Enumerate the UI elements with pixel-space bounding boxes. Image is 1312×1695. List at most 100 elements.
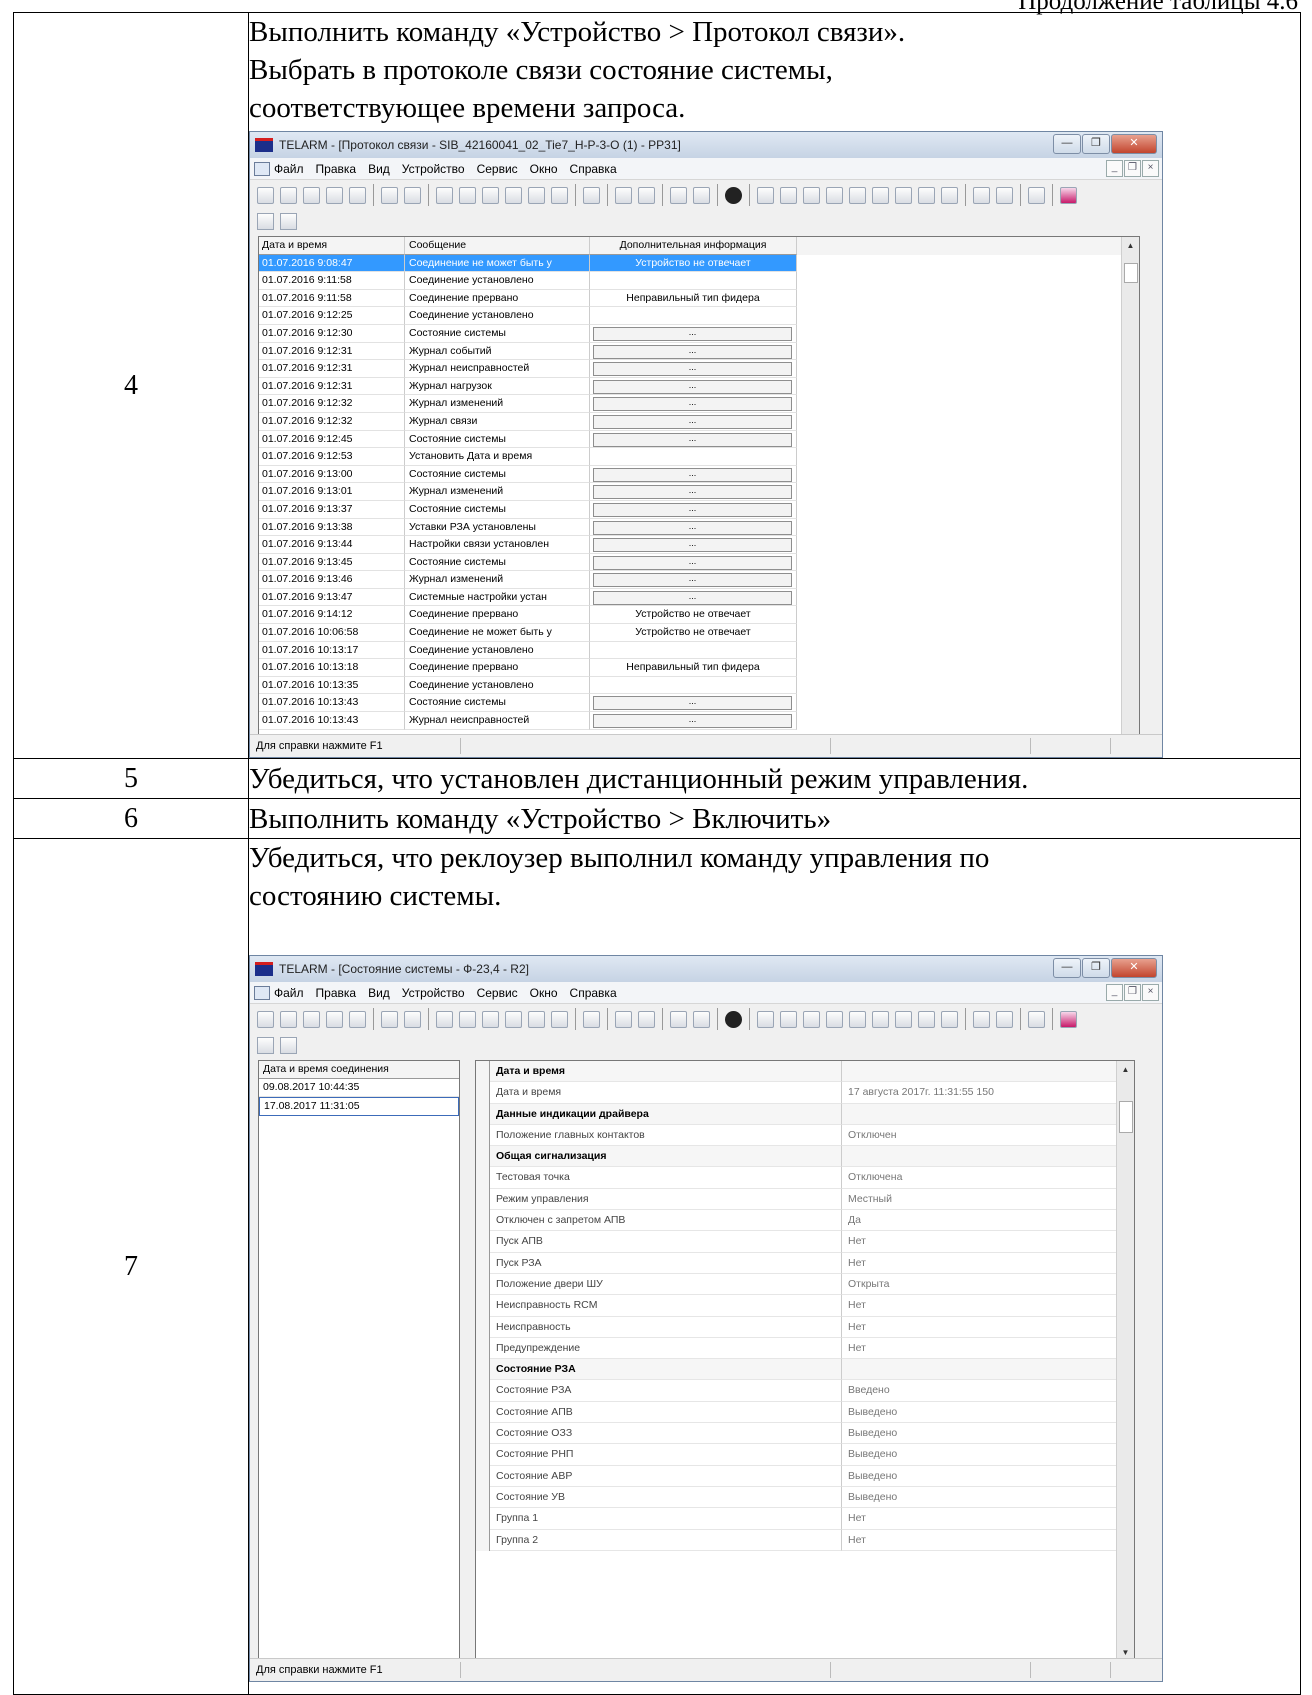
table-row[interactable]: 01.07.2016 10:13:43 Состояние системы... (259, 694, 1139, 713)
toolbar-button[interactable] (780, 186, 797, 204)
toolbar-button[interactable] (528, 1010, 545, 1028)
protocol-grid[interactable]: Дата и время Сообщение Дополнительная ин… (258, 236, 1140, 757)
toolbar-button[interactable] (257, 186, 274, 204)
ellipsis-button[interactable]: ... (593, 590, 792, 605)
table-row[interactable]: 01.07.2016 9:12:32 Журнал изменений... (259, 395, 1139, 413)
property-row[interactable]: Группа 2 Нет (476, 1529, 1134, 1551)
ellipsis-button[interactable]: ... (593, 485, 792, 500)
table-row[interactable]: 01.07.2016 9:13:37 Состояние системы... (259, 500, 1139, 519)
scroll-thumb[interactable] (1119, 1101, 1133, 1133)
ellipsis-button[interactable]: ... (593, 714, 792, 729)
mdi-close-button[interactable]: × (1142, 160, 1159, 177)
toolbar-button[interactable] (280, 212, 297, 230)
property-row[interactable]: Режим управления Местный (476, 1188, 1134, 1211)
vertical-scrollbar[interactable]: ▲ ▼ (1121, 237, 1139, 757)
ellipsis-button[interactable]: ... (593, 414, 792, 429)
toolbar-button[interactable] (941, 1010, 958, 1028)
table-row[interactable]: 01.07.2016 9:11:58 Соединение установлено (259, 272, 1139, 290)
toolbar-button[interactable] (482, 186, 499, 204)
toolbar-button[interactable] (996, 1010, 1013, 1028)
toolbar-button[interactable] (459, 1010, 476, 1028)
toolbar-button[interactable] (505, 186, 522, 204)
table-row[interactable]: 01.07.2016 9:13:45 Состояние системы... (259, 553, 1139, 572)
toolbar-button[interactable] (872, 1010, 889, 1028)
mdi-close-button[interactable]: × (1142, 984, 1159, 1001)
table-row[interactable]: 01.07.2016 10:13:18 Соединение прервано Не… (259, 659, 1139, 677)
toolbar-button[interactable] (757, 186, 774, 204)
table-row[interactable]: 01.07.2016 9:13:46 Журнал изменений... (259, 571, 1139, 589)
column-header[interactable]: Сообщение (405, 237, 590, 255)
list-item-selected[interactable]: 17.08.2017 11:31:05 (259, 1097, 459, 1116)
toolbar-button[interactable] (918, 186, 935, 204)
menu-service[interactable]: Сервис (477, 162, 518, 176)
minimize-button[interactable]: — (1053, 134, 1081, 154)
toolbar-button[interactable] (280, 1010, 297, 1028)
toolbar-button[interactable] (551, 186, 568, 204)
toolbar-button[interactable] (404, 186, 421, 204)
table-row[interactable]: 01.07.2016 10:13:43 Журнал неисправностей… (259, 712, 1139, 730)
table-row[interactable]: 01.07.2016 9:13:47 Системные настройки ус… (259, 588, 1139, 607)
ellipsis-button[interactable]: ... (593, 467, 792, 482)
toolbar-button[interactable] (826, 1010, 843, 1028)
toolbar-button[interactable] (670, 1010, 687, 1028)
toolbar-button[interactable] (583, 1010, 600, 1028)
toolbar-button[interactable] (849, 1010, 866, 1028)
property-row[interactable]: Неисправность RCM Нет (476, 1295, 1134, 1317)
toolbar-button[interactable] (303, 186, 320, 204)
toolbar-button[interactable] (257, 1036, 274, 1054)
table-row[interactable]: 01.07.2016 10:13:35 Соединение установлен… (259, 676, 1139, 695)
menu-help[interactable]: Справка (570, 986, 617, 1000)
scroll-thumb[interactable] (1124, 263, 1138, 283)
toolbar-button[interactable] (482, 1010, 499, 1028)
toolbar-button[interactable] (895, 1010, 912, 1028)
toolbar-button[interactable] (1060, 1010, 1077, 1028)
property-row[interactable]: Состояние ОЗЗ Выведено (476, 1423, 1134, 1445)
property-row[interactable]: Пуск АПВ Нет (476, 1231, 1134, 1253)
document-icon[interactable] (254, 161, 270, 176)
close-button[interactable]: ✕ (1111, 958, 1157, 978)
menu-window[interactable]: Окно (530, 162, 558, 176)
mdi-restore-button[interactable]: ❐ (1124, 984, 1141, 1001)
list-item[interactable]: 09.08.2017 10:44:35 (259, 1079, 459, 1097)
menu-view[interactable]: Вид (368, 986, 390, 1000)
property-row[interactable]: Состояние АВР Выведено (476, 1465, 1134, 1487)
property-row[interactable]: Положение двери ШУ Открыта (476, 1273, 1134, 1296)
toolbar-button[interactable] (615, 186, 632, 204)
toolbar-button[interactable] (725, 186, 742, 204)
toolbar-button[interactable] (436, 186, 453, 204)
toolbar-button[interactable] (918, 1010, 935, 1028)
toolbar-button[interactable] (257, 1010, 274, 1028)
menu-file[interactable]: Файл (274, 986, 304, 1000)
table-row[interactable]: 01.07.2016 9:12:30 Состояние системы... (259, 324, 1139, 343)
ellipsis-button[interactable]: ... (593, 344, 792, 359)
table-row[interactable]: 01.07.2016 10:06:58 Соединение не может б… (259, 624, 1139, 642)
toolbar-button[interactable] (849, 186, 866, 204)
menu-window[interactable]: Окно (530, 986, 558, 1000)
property-row[interactable]: Состояние РЗА Введено (476, 1380, 1134, 1402)
menu-view[interactable]: Вид (368, 162, 390, 176)
toolbar-button[interactable] (459, 186, 476, 204)
menu-edit[interactable]: Правка (316, 162, 357, 176)
vertical-scrollbar[interactable]: ▲ ▼ (1116, 1061, 1134, 1661)
toolbar-button[interactable] (780, 1010, 797, 1028)
ellipsis-button[interactable]: ... (593, 696, 792, 711)
toolbar-button[interactable] (381, 1010, 398, 1028)
property-row[interactable]: Тестовая точка Отключена (476, 1167, 1134, 1189)
toolbar-button[interactable] (826, 186, 843, 204)
table-row[interactable]: 01.07.2016 10:13:17 Соединение установлен… (259, 641, 1139, 660)
toolbar-button[interactable] (693, 186, 710, 204)
menu-device[interactable]: Устройство (402, 986, 465, 1000)
toolbar-button[interactable] (528, 186, 545, 204)
toolbar-button[interactable] (257, 212, 274, 230)
toolbar-button[interactable] (280, 1036, 297, 1054)
toolbar-button[interactable] (670, 186, 687, 204)
property-row[interactable]: Пуск РЗА Нет (476, 1252, 1134, 1274)
list-header[interactable]: Дата и время соединения (259, 1061, 459, 1079)
table-row[interactable]: 01.07.2016 9:12:31 Журнал нагрузок... (259, 377, 1139, 396)
ellipsis-button[interactable]: ... (593, 397, 792, 412)
table-row[interactable]: 01.07.2016 9:12:53 Установить Дата и врем… (259, 448, 1139, 466)
toolbar-button[interactable] (381, 186, 398, 204)
table-row[interactable]: 01.07.2016 9:13:01 Журнал изменений... (259, 483, 1139, 501)
maximize-button[interactable]: ❐ (1082, 958, 1110, 978)
ellipsis-button[interactable]: ... (593, 555, 792, 570)
